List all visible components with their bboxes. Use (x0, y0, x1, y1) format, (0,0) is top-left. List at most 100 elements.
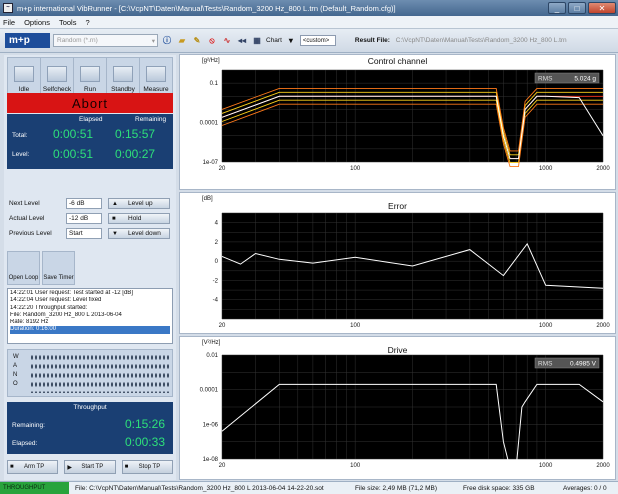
idle-icon (14, 66, 34, 82)
idle-button[interactable]: Idle (8, 58, 41, 96)
level-up-button[interactable]: ▲ Level up (108, 198, 170, 209)
previous-level-field[interactable]: Start (66, 228, 102, 239)
loop-buttons: Open Loop Save Timer (7, 251, 173, 285)
level-down-label: Level down (128, 230, 161, 237)
next-level-row: Next Level -6 dB ▲ Level up (9, 198, 170, 209)
level-remaining: 0:00:27 (115, 147, 156, 161)
error-plot: 420-2-420 100 1000 2000 (213, 212, 610, 329)
drive-unit: [V²/Hz] (202, 340, 221, 346)
actual-level-row: Actual Level -12 dB ■ Hold (9, 213, 170, 224)
menu-help[interactable]: ? (85, 18, 89, 27)
x-tick-label: 2000 (596, 463, 610, 469)
maximize-button[interactable]: □ (568, 2, 586, 14)
chart-mode-select[interactable]: <custom> (299, 35, 336, 46)
next-level-field[interactable]: -6 dB (66, 198, 102, 209)
run-button[interactable]: Run (74, 58, 107, 96)
close-button[interactable]: ✕ (588, 2, 616, 14)
wano-a: A (13, 363, 18, 369)
arrow-down-icon: ▼ (112, 230, 118, 237)
minimize-button[interactable]: _ (548, 2, 566, 14)
selfcheck-button[interactable]: Selfcheck (41, 58, 74, 96)
y-tick-label: -4 (213, 298, 219, 304)
result-file-path: C:\VcpNT\Daten\Manual\Tests\Random_3200 … (395, 37, 567, 44)
level-elapsed: 0:00:51 (53, 147, 94, 161)
menu-tools[interactable]: Tools (59, 18, 77, 27)
x-tick-label: 100 (350, 323, 361, 329)
save-timer-button[interactable]: Save Timer (42, 251, 75, 285)
x-tick-label: 100 (350, 463, 361, 469)
arm-tp-button[interactable]: ■ Arm TP (7, 460, 59, 474)
selfcheck-label: Selfcheck (42, 86, 72, 93)
wano-o: O (13, 381, 18, 387)
y-tick-label: 1e-07 (203, 160, 219, 166)
actual-level-field[interactable]: -12 dB (66, 213, 102, 224)
open-folder-icon[interactable]: ▰ (176, 35, 188, 47)
standby-icon (113, 66, 133, 82)
run-icon (80, 66, 100, 82)
log-line: 14:22:04 User request: Level fixed (10, 297, 102, 304)
control-channel-unit: [g²/Hz] (202, 58, 220, 64)
y-tick-label: 2 (215, 240, 219, 246)
message-log[interactable]: 14:22:01 User request: Test started at -… (7, 288, 173, 344)
total-elapsed: 0:00:51 (53, 127, 94, 141)
start-tp-button[interactable]: ▶ Start TP (64, 460, 116, 474)
hold-icon: ■ (112, 215, 116, 222)
info-icon[interactable]: ⓘ (161, 35, 173, 47)
throughput-remaining-label: Remaining: (12, 422, 45, 429)
standby-button[interactable]: Standby (107, 58, 140, 96)
abort-button[interactable]: Abort (7, 93, 173, 113)
elapsed-header: Elapsed (79, 116, 103, 123)
selfcheck-icon (47, 66, 67, 82)
throughput-elapsed-label: Elapsed: (12, 440, 38, 447)
level-label: Level: (12, 151, 30, 158)
arm-tp-icon: ■ (10, 464, 14, 470)
time-panel: Elapsed Remaining Total: Level: 0:00:51 … (7, 114, 173, 169)
profile-value: Random (*.rn) (57, 37, 98, 44)
chart-chevron-icon[interactable]: ▾ (285, 35, 297, 47)
status-file-size: File size: 2,49 MB (71,2 MB) (355, 484, 437, 492)
stop-icon[interactable]: ⦸ (206, 35, 218, 47)
status-bar: THROUGHPUT File: C:\VcpNT\Daten\Manual\T… (0, 481, 618, 494)
y-tick-label: 4 (215, 221, 219, 227)
y-tick-label: 0.0001 (200, 388, 219, 394)
x-tick-label: 1000 (539, 166, 553, 172)
start-tp-label: Start TP (81, 464, 104, 470)
wano-n: N (13, 372, 18, 378)
level-down-button[interactable]: ▼ Level down (108, 228, 170, 239)
arrow-up-icon: ▲ (112, 200, 118, 207)
y-tick-label: 0.1 (210, 81, 219, 87)
title-bar: ~ m+p international VibRunner - [C:\VcpN… (0, 0, 618, 16)
error-chart[interactable]: 4 2 0 -2 -4 20 100 1000 2000 Error [dB] (179, 192, 616, 334)
x-tick-label: 20 (219, 463, 226, 469)
chart-icon[interactable]: ▦ (251, 35, 263, 47)
stop-tp-button[interactable]: ■ Stop TP (121, 460, 173, 474)
open-loop-button[interactable]: Open Loop (7, 251, 40, 285)
log-line: Rate: 8192 Hz (10, 319, 49, 326)
next-level-label: Next Level (9, 200, 40, 207)
result-file: Result File: C:\VcpNT\Daten\Manual\Tests… (355, 37, 567, 44)
profile-dropdown[interactable]: Random (*.rn) ▾ (53, 34, 158, 47)
total-remaining: 0:15:57 (115, 127, 156, 141)
y-tick-label: 0 (215, 259, 219, 265)
drive-chart[interactable]: 0.01 0.0001 1e-06 1e-08 20 100 1000 2000 RMS 0.49… (179, 336, 616, 480)
measure-label: Measure (143, 86, 169, 93)
edit-icon[interactable]: ✎ (191, 35, 203, 47)
stop-tp-icon: ■ (124, 464, 129, 470)
status-file: File: C:\VcpNT\Daten\Manual\Tests\Random… (75, 484, 324, 492)
actual-level-label: Actual Level (9, 215, 45, 222)
menu-options[interactable]: Options (24, 18, 50, 27)
throughput-panel: Throughput Remaining: 0:15:26 Elapsed: 0… (7, 402, 173, 454)
waveform-icon[interactable]: ∿ (221, 35, 233, 47)
rewind-icon[interactable]: ◂◂ (236, 35, 248, 47)
hold-label: Hold (128, 215, 142, 222)
y-tick-label: 1e-08 (203, 457, 219, 463)
wano-panel: W A N O (7, 349, 173, 397)
measure-button[interactable]: Measure (140, 58, 172, 96)
window-title: m+p international VibRunner - [C:\VcpNT\… (17, 3, 396, 13)
chevron-down-icon: ▾ (151, 37, 155, 45)
previous-level-row: Previous Level Start ▼ Level down (9, 228, 170, 239)
control-channel-chart[interactable]: 0.1 0.0001 1e-07 20 100 1000 2000 RMS 5.024 g Co… (179, 54, 616, 190)
log-line: File: Random_3200 Hz_800 L 2013-06-04 (10, 311, 122, 318)
menu-file[interactable]: File (3, 18, 15, 27)
hold-button[interactable]: ■ Hold (108, 213, 170, 224)
